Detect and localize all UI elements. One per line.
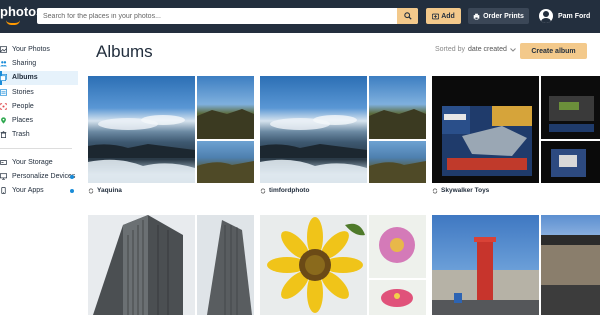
building-scene [207, 220, 252, 315]
album-card[interactable] [88, 215, 254, 315]
sort-value: date created [467, 46, 507, 53]
sidebar-item-trash[interactable]: Trash [0, 128, 78, 142]
sidebar-item-label: Sharing [12, 59, 37, 67]
add-button[interactable]: Add [426, 8, 461, 24]
order-prints-label: Order Prints [483, 12, 524, 20]
album-name-skywalker-toys[interactable]: Skywalker Toys [432, 187, 489, 194]
create-album-button[interactable]: Create album [520, 43, 587, 59]
chevron-down-icon [510, 47, 516, 52]
search-button[interactable] [397, 8, 418, 24]
album-card[interactable] [260, 215, 426, 315]
toy-box-scene [442, 106, 532, 176]
sort-dropdown[interactable]: Sorted by date created [435, 46, 516, 53]
cliff-scene [197, 161, 254, 183]
user-menu[interactable]: Pam Ford [539, 7, 590, 25]
album-cover-photo [88, 215, 195, 315]
album-thumb-photo [541, 141, 600, 183]
ocean-scene [88, 115, 195, 183]
sidebar-item-your-storage[interactable]: Your Storage [0, 155, 78, 169]
cliff-scene [197, 109, 254, 139]
cliff-scene [369, 161, 426, 183]
sync-icon [260, 188, 266, 193]
sunflower-scene [267, 217, 365, 313]
sidebar-item-albums[interactable]: Albums [0, 70, 78, 85]
sidebar: Your Photos Sharing Albums Stories Peopl… [0, 42, 78, 198]
sidebar-item-personalize-devices[interactable]: Personalize Devices [0, 169, 78, 183]
album-name-yaquina[interactable]: Yaquina [88, 187, 122, 194]
album-thumb-photo [197, 141, 254, 183]
user-name: Pam Ford [558, 12, 591, 20]
sidebar-item-label: Your Photos [12, 45, 50, 53]
flower-scene [381, 289, 413, 307]
search-input[interactable] [37, 8, 418, 24]
sidebar-item-people[interactable]: People [0, 99, 78, 113]
sidebar-item-stories[interactable]: Stories [0, 85, 78, 99]
album-card-timfordphoto[interactable] [260, 76, 426, 184]
toy-scene [551, 149, 586, 177]
album-thumb-photo [369, 141, 426, 183]
station-scene [541, 235, 600, 315]
flower-scene [379, 227, 415, 263]
album-card-skywalker-toys[interactable] [432, 76, 600, 184]
toy-scene [549, 96, 594, 132]
sidebar-item-places[interactable]: Places [0, 113, 78, 127]
pin-icon [0, 117, 7, 124]
album-cover-photo [88, 76, 195, 183]
album-card[interactable] [432, 215, 600, 315]
album-cover-photo [432, 215, 539, 315]
sidebar-divider [0, 148, 72, 150]
order-prints-button[interactable]: Order Prints [468, 8, 529, 24]
sort-prefix: Sorted by [435, 46, 465, 53]
album-thumb-photo [541, 76, 600, 139]
sidebar-item-label: Personalize Devices [12, 173, 76, 181]
cliff-scene [369, 109, 426, 139]
ocean-scene [260, 115, 367, 183]
monitor-icon [0, 173, 7, 180]
logo-smile-icon [6, 20, 20, 25]
sidebar-item-label: Stories [12, 88, 34, 96]
page-title: Albums [96, 42, 153, 61]
sidebar-item-label: Trash [12, 131, 30, 139]
notification-dot [70, 174, 74, 179]
album-cover-photo [432, 76, 539, 183]
avatar-icon [539, 9, 553, 23]
stories-icon [0, 88, 7, 96]
album-thumb-photo [369, 280, 426, 315]
people-icon [0, 60, 7, 67]
street-scene [432, 237, 539, 315]
add-photo-icon [432, 13, 440, 19]
album-card-yaquina[interactable] [88, 76, 254, 184]
sidebar-item-label: People [12, 102, 34, 110]
face-icon [0, 103, 7, 110]
sidebar-item-label: Your Apps [12, 187, 44, 195]
add-label: Add [441, 12, 455, 20]
album-thumb-photo [197, 215, 254, 315]
album-cover-photo [260, 76, 367, 183]
sidebar-item-your-photos[interactable]: Your Photos [0, 42, 78, 56]
sidebar-item-label: Albums [12, 74, 38, 82]
albums-icon [0, 74, 7, 82]
album-thumb-photo [369, 215, 426, 278]
album-cover-photo [260, 215, 367, 315]
building-scene [93, 215, 183, 315]
sync-icon [88, 188, 94, 193]
sidebar-item-your-apps[interactable]: Your Apps [0, 184, 78, 198]
album-thumb-photo [369, 76, 426, 139]
sidebar-item-label: Your Storage [12, 158, 53, 166]
album-thumb-photo [541, 215, 600, 315]
top-bar: photos Add Order Prints Pam Ford [0, 0, 600, 33]
sync-icon [432, 188, 438, 193]
print-icon [473, 13, 480, 20]
search-icon [403, 12, 412, 20]
sidebar-item-sharing[interactable]: Sharing [0, 56, 78, 70]
cloud-icon [0, 159, 7, 166]
album-thumb-photo [197, 76, 254, 139]
album-name-timfordphoto[interactable]: timfordphoto [260, 187, 309, 194]
trash-icon [0, 131, 7, 139]
phone-icon [0, 187, 7, 195]
sidebar-item-label: Places [12, 117, 34, 125]
notification-dot [70, 188, 74, 193]
image-icon [0, 45, 7, 53]
